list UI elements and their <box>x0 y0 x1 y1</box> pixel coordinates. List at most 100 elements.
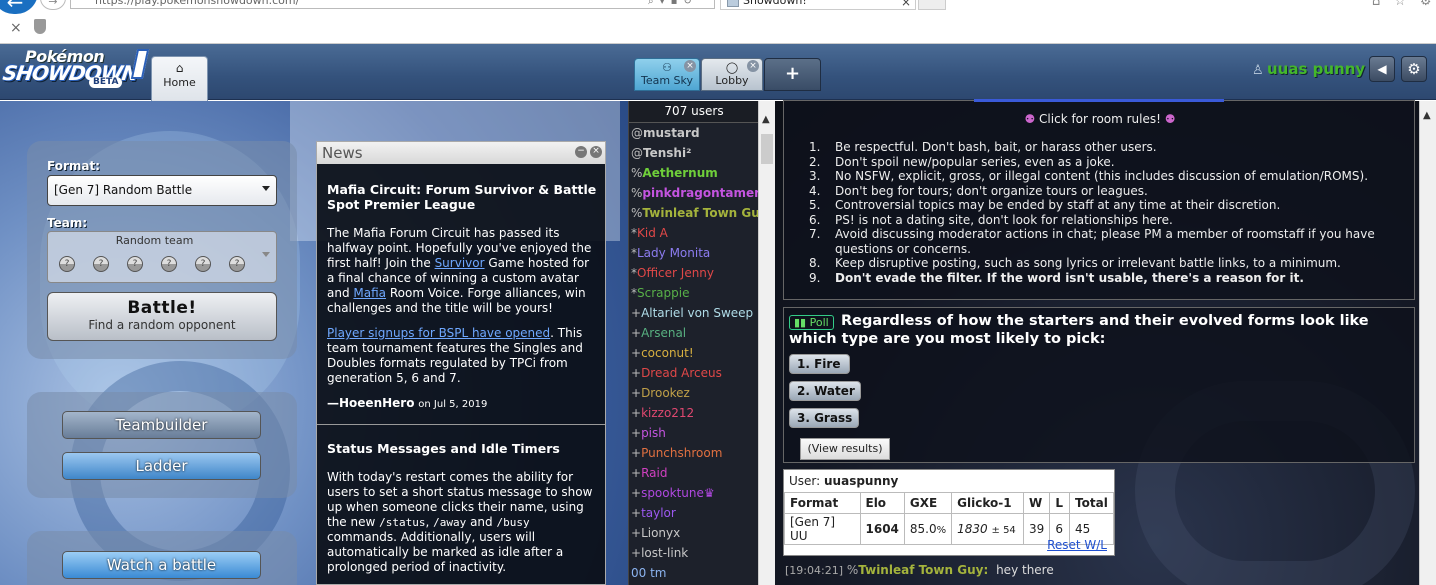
sound-button[interactable]: ◀ <box>1369 56 1395 82</box>
survivor-link[interactable]: Survivor <box>435 256 485 270</box>
user-group-symbol: + <box>631 326 642 340</box>
user-group-symbol: % <box>631 166 643 180</box>
room-rules-link[interactable]: ⚉ Click for room rules! ⚉ <box>784 112 1416 126</box>
close-icon[interactable]: × <box>590 146 602 158</box>
poll-option-fire[interactable]: 1. Fire <box>789 354 850 374</box>
options-button[interactable]: ⚙ <box>1401 56 1427 82</box>
user-list-item[interactable]: +Drookez <box>631 383 758 403</box>
minimize-icon[interactable]: − <box>575 146 587 158</box>
tab-home[interactable]: ⌂ Home <box>151 56 208 101</box>
user-name: Twinleaf Town Guy <box>642 206 758 220</box>
user-group-symbol: + <box>631 406 642 420</box>
user-name: Dread Arceus <box>641 366 722 380</box>
rule-text: Don't beg for tours; don't organize tour… <box>835 183 1148 198</box>
chevron-down-icon <box>262 186 270 191</box>
close-icon[interactable]: × <box>747 60 759 72</box>
poll-option-grass[interactable]: 3. Grass <box>789 408 859 428</box>
user-list-item[interactable]: %pinkdragontamer <box>631 183 758 203</box>
user-list-item[interactable]: %Twinleaf Town Guy <box>631 203 758 223</box>
user-list-item[interactable]: +Raid <box>631 463 758 483</box>
user-list-item[interactable]: +spooktune♛ <box>631 483 758 503</box>
search-icon[interactable]: ⌕▾▪↻ <box>648 0 698 7</box>
scroll-up-icon[interactable]: ▲ <box>762 114 770 125</box>
close-icon[interactable]: × <box>684 60 696 72</box>
user-list-item[interactable]: 00 tm <box>631 563 758 583</box>
user-list-item[interactable]: +kizzo212 <box>631 403 758 423</box>
news-item-title: Status Messages and Idle Timers <box>327 441 560 456</box>
address-bar[interactable]: https://play.pokemonshowdown.com/ <box>70 0 715 9</box>
rule-item: 1. Be respectful. Don't bash, bait, or ha… <box>809 140 1409 155</box>
rule-text: No NSFW, explicit, gross, or illegal con… <box>835 169 1369 183</box>
user-list-item[interactable]: @Tenshi² <box>631 143 758 163</box>
scrollbar-thumb[interactable] <box>761 134 773 164</box>
tab-lobby[interactable]: ◯ Lobby × <box>701 58 763 91</box>
user-list-item[interactable]: +taylor <box>631 503 758 523</box>
home-icon: ⌂ <box>175 61 184 75</box>
new-room-tab-button[interactable]: + <box>764 58 821 91</box>
user-name: Arsenal <box>641 326 687 340</box>
user-name: kizzo212 <box>641 406 695 420</box>
user-list-scrollbar[interactable]: ▲ <box>758 101 775 585</box>
teambuilder-button[interactable]: Teambuilder <box>62 411 261 439</box>
user-list-item[interactable]: +Dread Arceus <box>631 363 758 383</box>
reset-wl-link[interactable]: Reset W/L <box>1047 538 1107 552</box>
stop-icon[interactable]: × <box>10 20 22 36</box>
tools-menu-group <box>27 392 297 498</box>
user-group-symbol: + <box>631 306 642 320</box>
scroll-up-icon[interactable]: ▲ <box>1423 110 1431 121</box>
user-list-item[interactable]: *Scrappie <box>631 283 758 303</box>
user-list-item[interactable]: +Arsenal <box>631 323 758 343</box>
tab-lobby-label: Lobby <box>715 74 749 87</box>
user-name: taylor <box>641 506 676 520</box>
tab-team-sky[interactable]: ⚇ Team Sky × <box>634 58 700 91</box>
news-item: Mafia Circuit: Forum Survivor & Battle S… <box>327 182 597 422</box>
poll-question: Regardless of how the starters and their… <box>789 313 1369 347</box>
view-results-button[interactable]: (View results) <box>800 438 890 460</box>
pokemon-showdown-logo[interactable]: Pokémon SHOWDOWN BETA <box>1 47 150 89</box>
user-list-item[interactable]: +lost-link <box>631 543 758 563</box>
bspl-signups-link[interactable]: Player signups for BSPL have opened <box>327 326 550 340</box>
pokeball-icon: ? <box>127 256 143 272</box>
user-group-symbol: + <box>631 446 642 460</box>
rule-text: Don't spoil new/popular series, even as … <box>835 154 1115 169</box>
chat-username[interactable]: Twinleaf Town Guy: <box>858 563 988 577</box>
browser-tab-showdown[interactable]: Showdown! <box>720 0 916 10</box>
gear-icon: ⚙ <box>1407 60 1421 78</box>
user-list-item[interactable]: *Kid A <box>631 223 758 243</box>
news-item-title: Mafia Circuit: Forum Survivor & Battle S… <box>327 182 597 212</box>
user-group-symbol: + <box>631 386 642 400</box>
rule-text: Keep disruptive posting, such as song ly… <box>835 256 1341 270</box>
user-list-item[interactable]: +Punchshroom <box>631 443 758 463</box>
user-list-item[interactable]: *Lady Monita <box>631 243 758 263</box>
user-list-item[interactable]: @mustard <box>631 123 758 143</box>
poll-option-water[interactable]: 2. Water <box>789 381 861 401</box>
team-select-value: Random team <box>115 234 194 247</box>
user-list-item[interactable]: +Lionyx <box>631 523 758 543</box>
user-count: 707 users <box>629 101 758 123</box>
rule-item: 5. Controversial topics may be ended by s… <box>809 198 1409 213</box>
user-list-item[interactable]: +coconut! <box>631 343 758 363</box>
user-list-item[interactable]: %Aethernum <box>631 163 758 183</box>
chat-timestamp: [19:04:21] <box>785 564 843 577</box>
rule-number: 1. <box>809 140 821 154</box>
watch-battle-button[interactable]: Watch a battle <box>62 551 261 579</box>
rating-user: User: uuaspunny <box>789 474 899 488</box>
room-links[interactable] <box>974 99 1224 102</box>
format-select[interactable]: [Gen 7] Random Battle <box>47 175 277 206</box>
user-list-item[interactable]: +Altariel von Sweep <box>631 303 758 323</box>
chat-scrollbar[interactable]: ▲ <box>1419 101 1436 585</box>
user-group-symbol: + <box>631 526 642 540</box>
close-tab-icon[interactable]: × <box>901 0 911 9</box>
user-name: Officer Jenny <box>637 266 715 280</box>
rule-number: 4. <box>809 183 821 198</box>
poll-tag: ▮▮ Poll <box>789 315 834 330</box>
battle-button[interactable]: Battle! Find a random opponent <box>47 292 277 341</box>
user-list-item[interactable]: +pish <box>631 423 758 443</box>
username-button[interactable]: uuas punny <box>1252 60 1365 78</box>
mafia-link[interactable]: Mafia <box>353 286 386 300</box>
user-list-item[interactable]: *Officer Jenny <box>631 263 758 283</box>
rule-number: 5. <box>809 198 821 212</box>
new-browser-tab-button[interactable] <box>918 0 946 10</box>
ladder-button[interactable]: Ladder <box>62 452 261 480</box>
window-controls-icon[interactable]: ⌂☆⚙ <box>1372 0 1436 9</box>
